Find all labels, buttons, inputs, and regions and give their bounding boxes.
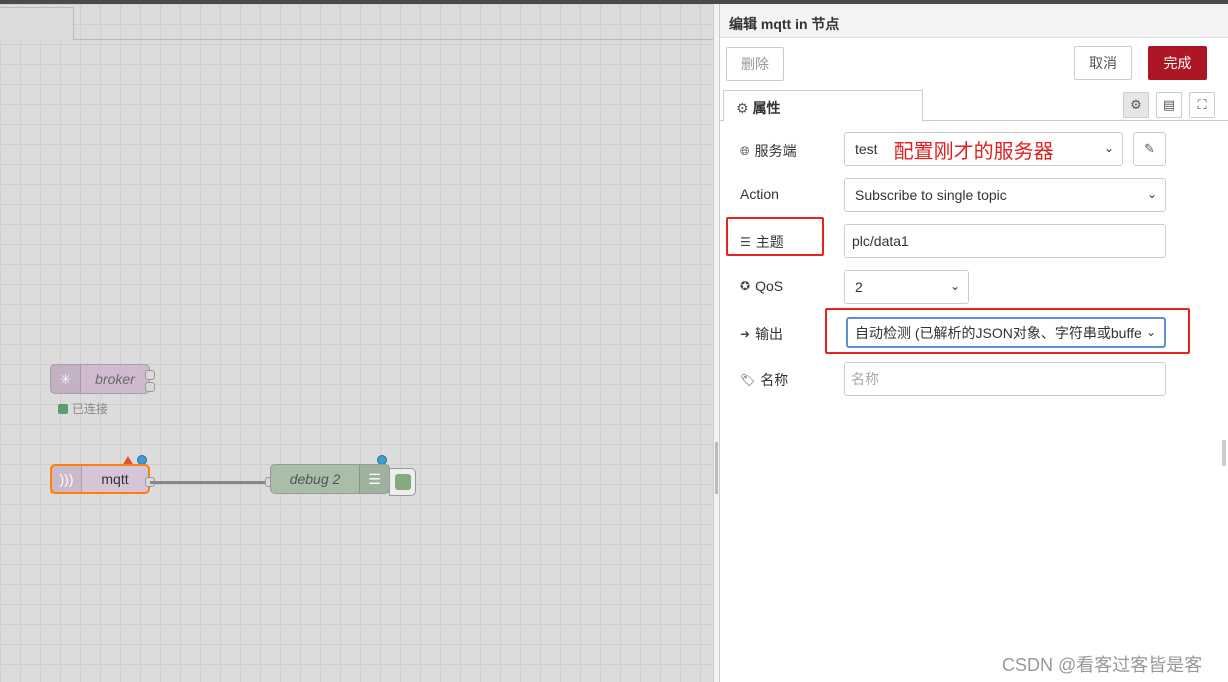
- name-label-text: 名称: [760, 372, 789, 388]
- action-select[interactable]: Subscribe to single topic ⌄: [844, 178, 1166, 212]
- globe-icon: 🌐︎: [740, 143, 750, 158]
- chevron-down-icon: ⌄: [949, 279, 960, 293]
- qos-value: 2: [855, 279, 863, 295]
- chevron-down-icon: ⌄: [1146, 187, 1157, 201]
- broker-status: 已连接: [58, 400, 108, 417]
- topic-label: ☰ 主题: [740, 232, 784, 252]
- mqtt-node-label: mqtt: [101, 471, 129, 487]
- tab-properties[interactable]: ⚙ 属性: [723, 90, 923, 122]
- edit-server-button[interactable]: ✎: [1133, 132, 1166, 166]
- action-value: Subscribe to single topic: [855, 187, 1007, 203]
- description-tab-icon[interactable]: ▤: [1156, 92, 1182, 118]
- chevron-down-icon: ⌄: [1143, 325, 1156, 339]
- empire-icon: ✪: [740, 279, 751, 293]
- broker-node[interactable]: ✳ broker: [50, 364, 150, 394]
- appearance-tab-icon[interactable]: ⛶: [1189, 92, 1215, 118]
- name-placeholder: 名称: [851, 371, 879, 387]
- tasks-icon: ☰: [740, 235, 751, 249]
- delete-button[interactable]: 删除: [726, 47, 784, 81]
- scrollbar-handle[interactable]: [1222, 440, 1226, 466]
- flow-tab[interactable]: [0, 7, 74, 40]
- debug-node[interactable]: debug 2 ☰: [270, 464, 390, 494]
- server-select[interactable]: test 配置刚才的服务器 ⌄: [844, 132, 1123, 166]
- server-label: 🌐︎ 服务端: [740, 141, 797, 161]
- node-editor-panel: 编辑 mqtt in 节点 删除 取消 完成 ⚙ 属性 ⚙ ▤ ⛶ 🌐︎ 服务端 t…: [720, 4, 1228, 682]
- done-button[interactable]: 完成: [1148, 46, 1207, 80]
- cancel-button[interactable]: 取消: [1074, 46, 1132, 80]
- broker-output-port-2[interactable]: [145, 382, 155, 392]
- output-label-text: 输出: [755, 326, 784, 342]
- broker-status-text: 已连接: [72, 402, 109, 416]
- output-select[interactable]: 自动检测 (已解析的JSON对象、字符串或buffe ⌄: [846, 317, 1166, 348]
- watermark: CSDN @看客过客皆是客: [1002, 655, 1203, 675]
- status-connected-icon: [58, 403, 68, 414]
- action-label: Action: [740, 186, 779, 202]
- debug-node-label: debug 2: [289, 471, 341, 487]
- debug-list-icon: ☰: [359, 465, 389, 493]
- server-value: test: [855, 141, 878, 157]
- pencil-icon: ✎: [1144, 141, 1155, 156]
- broker-output-port[interactable]: [145, 370, 155, 380]
- panel-splitter[interactable]: [713, 4, 720, 682]
- tag-icon: 🏷︎: [740, 373, 756, 387]
- topic-input[interactable]: plc/data1: [844, 224, 1166, 258]
- sign-out-icon: ➜: [740, 327, 751, 341]
- broker-icon: ✳: [51, 365, 81, 393]
- qos-select[interactable]: 2 ⌄: [844, 270, 969, 304]
- chevron-down-icon: ⌄: [1103, 141, 1114, 155]
- mqtt-node[interactable]: ))) mqtt: [50, 464, 150, 494]
- debug-toggle-icon: [394, 474, 411, 490]
- gear-icon: ⚙: [736, 100, 749, 116]
- splitter-grip[interactable]: [715, 442, 718, 494]
- name-label: 🏷︎ 名称: [740, 370, 788, 390]
- server-label-text: 服务端: [754, 143, 797, 159]
- qos-label: ✪ QoS: [740, 278, 783, 294]
- output-label: ➜ 输出: [740, 324, 783, 344]
- flow-wire[interactable]: [150, 481, 270, 484]
- topic-label-text: 主题: [755, 234, 784, 250]
- output-value: 自动检测 (已解析的JSON对象、字符串或buffe: [855, 324, 1142, 341]
- tab-properties-label: 属性: [752, 100, 781, 116]
- flow-workspace[interactable]: ✳ broker 已连接 ))) mqtt debug 2 ☰: [0, 4, 713, 682]
- editor-tabstrip: ⚙ 属性 ⚙ ▤ ⛶: [720, 87, 1228, 122]
- topic-value: plc/data1: [852, 233, 909, 249]
- mqtt-wave-icon: ))): [52, 466, 82, 492]
- tab-divider: [73, 39, 713, 40]
- qos-label-text: QoS: [755, 278, 784, 294]
- server-annotation: 配置刚才的服务器: [893, 140, 1054, 163]
- name-input[interactable]: 名称: [844, 362, 1166, 396]
- broker-node-label: broker: [95, 371, 135, 387]
- action-label-text: Action: [740, 186, 779, 202]
- editor-title: 编辑 mqtt in 节点: [720, 4, 1228, 38]
- workspace-tabbar: [0, 4, 713, 40]
- settings-tab-icon[interactable]: ⚙: [1123, 92, 1149, 118]
- debug-toggle-button[interactable]: [389, 468, 416, 496]
